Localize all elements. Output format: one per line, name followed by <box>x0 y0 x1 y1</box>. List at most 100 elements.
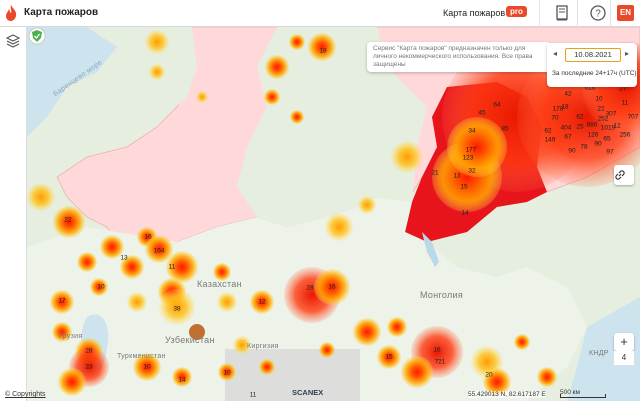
fire-count[interactable]: 10 <box>223 370 230 377</box>
fire-count[interactable]: 15 <box>460 184 467 191</box>
prev-date-button[interactable]: ◂ <box>553 49 557 58</box>
fire-marker[interactable] <box>401 356 433 388</box>
pro-link[interactable]: Карта пожаров <box>443 8 505 18</box>
next-date-button[interactable]: ▸ <box>625 49 629 58</box>
fire-count[interactable]: 11 <box>250 392 257 399</box>
fire-count[interactable]: 65 <box>603 136 610 143</box>
fire-count[interactable]: 62 <box>576 114 583 121</box>
fire-count[interactable]: 721 <box>435 359 446 366</box>
fire-count[interactable]: 16 <box>328 284 335 291</box>
fire-marker[interactable] <box>391 141 423 173</box>
fire-cluster[interactable] <box>447 117 507 177</box>
fire-marker[interactable] <box>325 213 353 241</box>
fire-count[interactable]: 15 <box>385 354 392 361</box>
fire-count[interactable]: 126 <box>588 132 599 139</box>
fire-count[interactable]: 10 <box>97 284 104 291</box>
share-link-button[interactable] <box>614 165 634 185</box>
language-button[interactable]: EN <box>617 5 634 21</box>
fire-marker[interactable] <box>514 334 530 350</box>
fire-count[interactable]: 13 <box>120 255 127 262</box>
fire-count[interactable]: 11 <box>622 100 629 107</box>
fire-marker[interactable] <box>290 110 304 124</box>
scanex-logo[interactable]: SCANEX <box>292 388 323 397</box>
fire-count[interactable]: 34 <box>468 128 475 135</box>
fire-count[interactable]: 123 <box>463 155 474 162</box>
fire-count[interactable]: 64 <box>493 102 500 109</box>
fire-marker[interactable] <box>537 367 557 387</box>
fire-count[interactable]: 28 <box>306 285 313 292</box>
fire-marker[interactable] <box>319 342 335 358</box>
date-range-selector[interactable]: За последние 24+17ч (UTC) <box>552 70 637 77</box>
fire-count[interactable]: 32 <box>468 168 475 175</box>
fire-marker[interactable] <box>27 183 55 211</box>
fire-count[interactable]: 178 <box>553 106 564 113</box>
fire-count[interactable]: 1019 <box>601 125 615 132</box>
fire-marker[interactable] <box>127 292 147 312</box>
fire-map[interactable]: 18 64 45 34 85 177 123 13 32 21 14 15 22… <box>27 27 640 401</box>
fire-marker[interactable] <box>289 34 305 50</box>
fire-count[interactable]: 14 <box>461 210 468 217</box>
fire-marker[interactable] <box>259 359 275 375</box>
fire-count[interactable]: 256 <box>620 132 631 139</box>
fire-count[interactable]: 149 <box>545 137 556 144</box>
fire-count[interactable]: 42 <box>564 91 571 98</box>
fire-count[interactable]: 25 <box>576 124 583 131</box>
fire-count[interactable]: 707 <box>628 114 639 121</box>
fire-count[interactable]: 11 <box>169 264 176 271</box>
app-title[interactable]: Карта пожаров <box>24 7 98 18</box>
fire-marker[interactable] <box>145 30 169 54</box>
fire-count[interactable]: 16 <box>144 234 151 241</box>
fire-marker[interactable] <box>58 368 86 396</box>
fire-count[interactable]: 21 <box>431 170 438 177</box>
book-icon[interactable] <box>553 4 571 22</box>
fire-marker[interactable] <box>196 91 208 103</box>
fire-marker[interactable] <box>264 89 280 105</box>
help-icon[interactable]: ? <box>589 4 607 22</box>
fire-count[interactable]: 23 <box>85 364 92 371</box>
fire-marker[interactable] <box>77 252 97 272</box>
toolbar-divider <box>577 0 578 27</box>
copyright-link[interactable]: © Copyrights <box>5 391 46 398</box>
fire-count[interactable]: 18 <box>319 48 326 55</box>
fire-count[interactable]: 78 <box>580 144 587 151</box>
country-label: Киргизия <box>247 343 279 350</box>
fire-count[interactable]: 70 <box>551 115 558 122</box>
fire-count[interactable]: 104 <box>154 248 165 255</box>
fire-marker[interactable] <box>217 292 237 312</box>
layers-icon[interactable] <box>6 34 20 48</box>
pro-badge[interactable]: pro <box>506 6 527 17</box>
fire-count[interactable]: 12 <box>258 299 265 306</box>
usage-notice: Сервис "Карта пожаров" предназначен толь… <box>367 42 551 72</box>
fire-count[interactable]: 85 <box>501 126 508 133</box>
shield-icon[interactable] <box>27 27 47 45</box>
fire-count[interactable]: 10 <box>143 364 150 371</box>
date-picker[interactable]: 10.08.2021 <box>565 48 621 62</box>
fire-count[interactable]: 62 <box>544 128 551 135</box>
fire-count[interactable]: 14 <box>178 377 185 384</box>
fire-count[interactable]: 45 <box>478 110 485 117</box>
fire-count[interactable]: 38 <box>173 306 180 313</box>
fire-count[interactable]: 404 <box>561 125 572 132</box>
fire-count[interactable]: 886 <box>587 122 598 129</box>
fire-marker[interactable] <box>265 55 289 79</box>
fire-count[interactable]: 13 <box>453 173 460 180</box>
fire-count[interactable]: 16 <box>433 347 440 354</box>
fire-count[interactable]: 28 <box>85 348 92 355</box>
fire-count[interactable]: 177 <box>466 147 477 154</box>
fire-count[interactable]: 90 <box>568 148 575 155</box>
zoom-in-button[interactable]: + <box>614 333 634 351</box>
fire-count[interactable]: 17 <box>58 298 65 305</box>
fire-count[interactable]: 22 <box>597 106 604 113</box>
fire-count[interactable]: 22 <box>64 217 71 224</box>
fire-marker[interactable] <box>358 196 376 214</box>
logo-flame-icon[interactable] <box>4 4 18 22</box>
fire-marker[interactable] <box>353 318 381 346</box>
fire-count[interactable]: 20 <box>485 372 492 379</box>
fire-count[interactable]: 97 <box>606 149 613 156</box>
fire-count[interactable]: 307 <box>606 111 617 118</box>
fire-marker[interactable] <box>149 64 165 80</box>
fire-count[interactable]: 10 <box>595 96 602 103</box>
fire-marker[interactable] <box>387 317 407 337</box>
fire-count[interactable]: 90 <box>594 141 601 148</box>
fire-count[interactable]: 67 <box>564 134 571 141</box>
